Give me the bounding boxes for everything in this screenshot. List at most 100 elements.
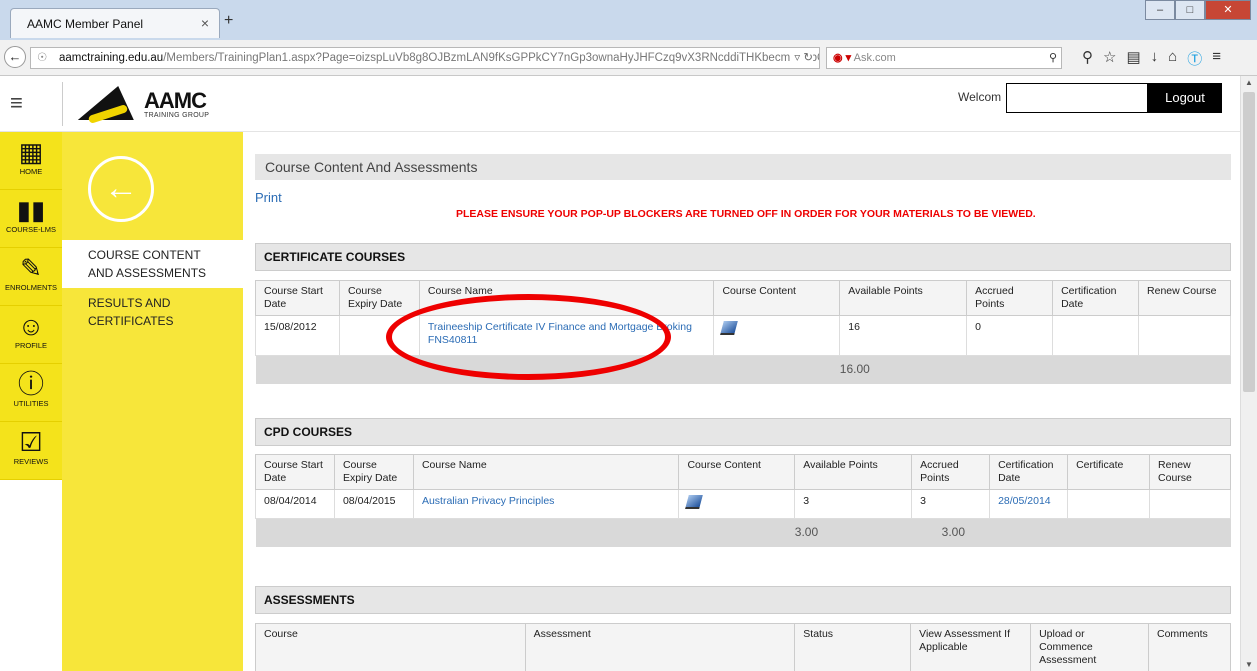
course-name-link[interactable]: Australian Privacy Principles bbox=[422, 495, 554, 507]
column-header: Status bbox=[794, 623, 912, 671]
renew-course bbox=[1149, 489, 1231, 519]
home-icon[interactable]: ⌂ bbox=[1168, 48, 1177, 69]
tab-title: AAMC Member Panel bbox=[27, 17, 144, 31]
certificate bbox=[1067, 489, 1151, 519]
renew-course bbox=[1138, 315, 1231, 356]
table-header-row: Course Assessment Status View Assessment… bbox=[255, 623, 1231, 671]
scroll-thumb[interactable] bbox=[1243, 92, 1255, 392]
total-row: 3.00 3.00 bbox=[255, 518, 1231, 547]
sidebar-item-utilities[interactable]: ⓘ UTILITIES bbox=[0, 364, 62, 422]
column-header: Accrued Points bbox=[966, 280, 1054, 316]
edit-icon: ✎ bbox=[20, 253, 42, 283]
table-row: 08/04/2014 08/04/2015 Australian Privacy… bbox=[255, 489, 1231, 519]
logout-button[interactable]: Logout bbox=[1148, 83, 1222, 113]
books-icon: ▮▮ bbox=[16, 195, 46, 225]
window-controls: – □ ✕ bbox=[1145, 0, 1251, 20]
certification-date-link[interactable]: 28/05/2014 bbox=[998, 495, 1051, 507]
certification-date bbox=[1052, 315, 1140, 356]
popup-warning: PLEASE ENSURE YOUR POP-UP BLOCKERS ARE T… bbox=[456, 208, 1036, 220]
close-window-button[interactable]: ✕ bbox=[1205, 0, 1251, 20]
start-date: 15/08/2012 bbox=[255, 315, 340, 356]
back-arrow-icon[interactable]: ← bbox=[4, 46, 26, 68]
print-link[interactable]: Print bbox=[255, 190, 282, 205]
column-header: Course Expiry Date bbox=[333, 454, 414, 490]
page-title: Course Content And Assessments bbox=[255, 154, 1231, 180]
search-input[interactable]: ◉ ▾ Ask.com ⚲ bbox=[826, 47, 1062, 69]
column-header: Course Name bbox=[412, 454, 680, 490]
sidebar-item-enrolments[interactable]: ✎ ENROLMENTS bbox=[0, 248, 62, 306]
cpd-courses-heading: CPD COURSES bbox=[255, 418, 1231, 446]
scroll-down-icon[interactable]: ▼ bbox=[1245, 660, 1253, 669]
tab-close-icon[interactable]: × bbox=[201, 15, 209, 31]
search-engine-icon[interactable]: ◉ ▾ bbox=[833, 52, 851, 64]
skype-icon[interactable]: Ⓣ bbox=[1187, 48, 1202, 69]
hamburger-menu-icon[interactable]: ≡ bbox=[10, 90, 23, 116]
download-icon[interactable]: ↓ bbox=[1151, 48, 1159, 69]
column-header: Course Start Date bbox=[255, 454, 335, 490]
column-header: Certification Date bbox=[1052, 280, 1140, 316]
expiry-date: 08/04/2015 bbox=[333, 489, 414, 519]
column-header: Course Expiry Date bbox=[338, 280, 420, 316]
icon-sidebar: ▦ HOME ▮▮ COURSE-LMS ✎ ENROLMENTS ☺ PROF… bbox=[0, 132, 62, 671]
scroll-up-icon[interactable]: ▲ bbox=[1245, 78, 1253, 87]
subnav-item-results[interactable]: RESULTS AND CERTIFICATES bbox=[62, 288, 243, 336]
certificate-courses-heading: CERTIFICATE COURSES bbox=[255, 243, 1231, 271]
column-header: Course Start Date bbox=[255, 280, 340, 316]
column-header: Course bbox=[255, 623, 526, 671]
sidebar-item-label: COURSE-LMS bbox=[5, 225, 56, 234]
grid-icon: ▦ bbox=[18, 137, 44, 167]
menu-icon[interactable]: ≡ bbox=[1212, 48, 1221, 69]
available-points: 3 bbox=[794, 489, 913, 519]
sidebar-item-label: HOME bbox=[19, 167, 43, 176]
maximize-button[interactable]: □ bbox=[1175, 0, 1205, 20]
minimize-button[interactable]: – bbox=[1145, 0, 1175, 20]
column-header: Renew Course bbox=[1138, 280, 1231, 316]
sidebar-item-label: ENROLMENTS bbox=[4, 283, 58, 292]
accrued-points: 0 bbox=[966, 315, 1054, 356]
new-tab-button[interactable]: + bbox=[224, 12, 233, 30]
search-icon[interactable]: ⚲ bbox=[1049, 48, 1057, 68]
column-header: Available Points bbox=[794, 454, 913, 490]
page-scrollbar[interactable]: ▲ ▼ bbox=[1240, 76, 1257, 671]
browser-titlebar: AAMC Member Panel × + – □ ✕ bbox=[0, 0, 1257, 40]
sidebar-item-reviews[interactable]: ☑ REVIEWS bbox=[0, 422, 62, 480]
sidebar-item-home[interactable]: ▦ HOME bbox=[0, 132, 62, 190]
url-path: /Members/TrainingPlan1.aspx?Page=oizspLu… bbox=[163, 52, 820, 64]
cpd-courses-table: Course Start Date Course Expiry Date Cou… bbox=[255, 454, 1231, 547]
course-content-icon[interactable] bbox=[720, 321, 739, 335]
total-row: 16.00 bbox=[255, 355, 1231, 384]
welcome-text: Welcom bbox=[958, 90, 1002, 104]
back-circle-icon[interactable]: ← bbox=[88, 156, 154, 222]
address-bar[interactable]: ☉ aamctraining.edu.au/Members/TrainingPl… bbox=[30, 47, 820, 69]
browser-tab[interactable]: AAMC Member Panel × bbox=[10, 8, 220, 38]
sidebar-item-profile[interactable]: ☺ PROFILE bbox=[0, 306, 62, 364]
subnav-item-course-content[interactable]: COURSE CONTENT AND ASSESSMENTS bbox=[62, 240, 243, 288]
accrued-points: 3 bbox=[911, 489, 991, 519]
reload-icon[interactable]: ▿ ↻ bbox=[790, 48, 813, 68]
column-header: Upload or Commence Assessment bbox=[1030, 623, 1149, 671]
aamc-logo[interactable]: AAMC TRAINING GROUP bbox=[77, 82, 224, 126]
secondary-nav: ← COURSE CONTENT AND ASSESSMENTS RESULTS… bbox=[62, 132, 243, 671]
course-content-icon[interactable] bbox=[685, 495, 704, 509]
reading-list-icon[interactable]: ▤ bbox=[1126, 48, 1140, 69]
sidebar-item-course-lms[interactable]: ▮▮ COURSE-LMS bbox=[0, 190, 62, 248]
column-header: Certificate bbox=[1067, 454, 1151, 490]
info-icon: ⓘ bbox=[17, 369, 44, 399]
red-highlight-ellipse bbox=[386, 294, 671, 380]
assessments-table: Course Assessment Status View Assessment… bbox=[255, 623, 1231, 671]
header-divider bbox=[62, 82, 63, 126]
column-header: Comments bbox=[1148, 623, 1231, 671]
globe-icon: ☉ bbox=[37, 52, 48, 64]
column-header: Accrued Points bbox=[911, 454, 991, 490]
bookmark-star-icon[interactable]: ☆ bbox=[1103, 48, 1116, 69]
clipboard-icon: ☑ bbox=[19, 427, 43, 457]
total-available: 3.00 bbox=[794, 518, 912, 547]
column-header: Assessment bbox=[524, 623, 796, 671]
column-header: Available Points bbox=[839, 280, 968, 316]
browser-toolbar: ⚲ ☆ ▤ ↓ ⌂ Ⓣ ≡ bbox=[1082, 48, 1221, 69]
sidebar-item-label: REVIEWS bbox=[13, 457, 49, 466]
table-header-row: Course Start Date Course Expiry Date Cou… bbox=[255, 454, 1231, 490]
search-go-icon[interactable]: ⚲ bbox=[1082, 48, 1093, 69]
column-header: Course Content bbox=[713, 280, 841, 316]
column-header: Course Content bbox=[678, 454, 796, 490]
